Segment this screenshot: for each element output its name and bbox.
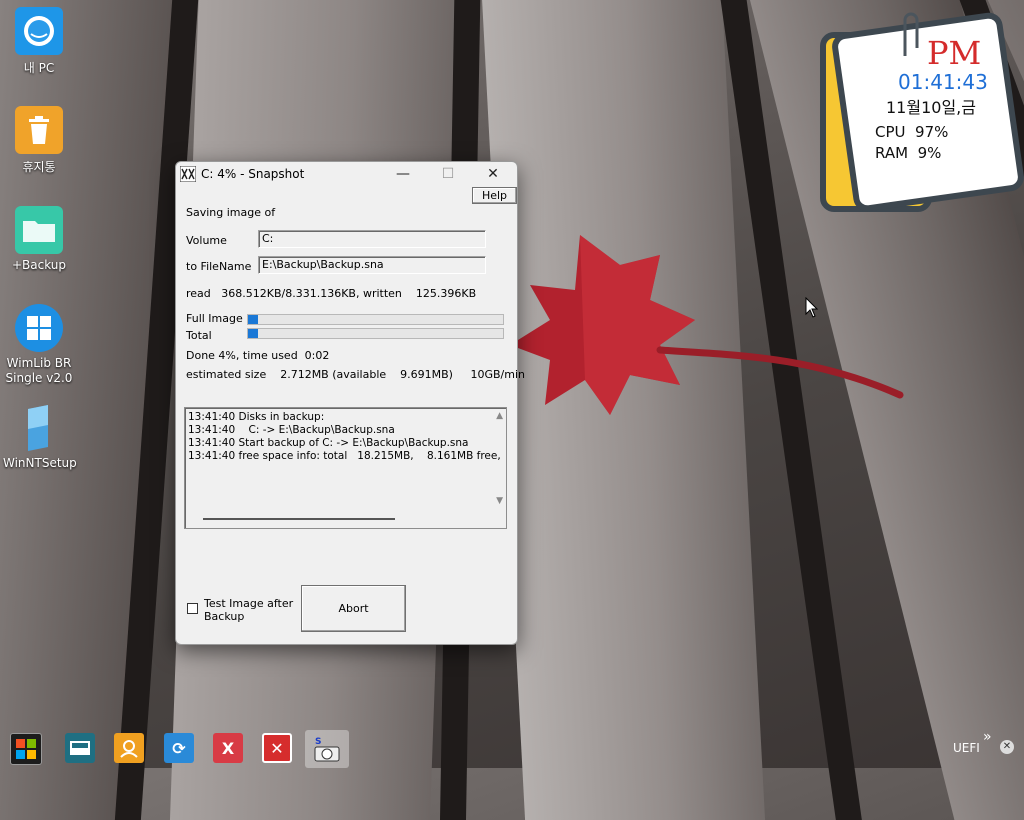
maximize-button[interactable]: ☐ (428, 164, 468, 184)
tray-overflow-icon[interactable]: » (983, 729, 992, 745)
console-icon (70, 741, 90, 755)
desktop-icon-label: 내 PC (23, 61, 55, 75)
volume-label: Volume (186, 234, 227, 247)
paperclip-icon (903, 12, 919, 56)
widget-ampm: PM (927, 34, 982, 72)
widget-cpu-label: CPU (875, 123, 906, 141)
total-progress-bar (247, 328, 504, 339)
scroll-up-arrow-icon[interactable]: ▲ (496, 411, 503, 421)
log-line: 13:41:40 Start backup of C: -> E:\Backup… (188, 437, 469, 449)
abort-button[interactable]: Abort (301, 585, 406, 632)
refresh-icon: ⟳ (172, 738, 186, 758)
window-title: C: 4% - Snapshot (201, 167, 305, 181)
desktop-icon-label: +Backup (11, 258, 67, 272)
filename-field: E:\Backup\Backup.sna (258, 256, 486, 274)
desktop-icon-label: WimLib BR Single v2.0 (5, 356, 73, 385)
widget-ram-value: 9% (917, 144, 942, 162)
full-image-label: Full Image (186, 312, 243, 325)
leaf-image (510, 235, 904, 415)
windows-logo-icon (15, 304, 63, 352)
volume-field: C: (258, 230, 486, 248)
taskbar-console-button[interactable] (65, 733, 95, 763)
total-label: Total (186, 329, 212, 342)
taskbar-snapshot-button[interactable]: S (305, 730, 349, 768)
start-icon (16, 739, 36, 759)
taskbar-close-app-button[interactable]: ✕ (262, 733, 292, 763)
widget-ram: RAM 9% (875, 144, 941, 162)
taskbar-user-button[interactable] (114, 733, 144, 763)
read-written-status: read 368.512KB/8.331.136KB, written 125.… (186, 287, 477, 300)
test-image-label[interactable]: Test Image after Backup (204, 597, 294, 623)
mouse-cursor-icon (805, 297, 819, 318)
taskbar-refresh-button[interactable]: ⟳ (164, 733, 194, 763)
done-status: Done 4%, time used 0:02 (186, 349, 330, 362)
snapshot-window: C: 4% - Snapshot — ☐ ✕ Help Saving image… (175, 161, 525, 645)
log-line: 13:41:40 Disks in backup: (188, 411, 325, 423)
widget-date: 11월10일,금 (886, 98, 976, 117)
log-line: 13:41:40 C: -> E:\Backup\Backup.sna (188, 424, 395, 436)
widget-time: 01:41:43 (898, 70, 988, 94)
filename-label: to FileName (186, 260, 252, 273)
saving-label: Saving image of (186, 206, 276, 219)
taskbar-x-app-button[interactable]: X (213, 733, 243, 763)
start-button[interactable] (10, 733, 42, 765)
help-button[interactable]: Help (472, 187, 517, 204)
close-app-icon: ✕ (270, 738, 284, 758)
total-progress-fill (248, 329, 259, 338)
desktop-icon-label: WinNTSetup (3, 456, 77, 470)
horizontal-scrollbar-thumb[interactable] (203, 518, 395, 520)
snapshot-app-icon (180, 166, 196, 182)
log-lines: 13:41:40 Disks in backup: 13:41:40 C: ->… (185, 408, 506, 463)
full-image-progress-bar (247, 314, 504, 325)
desktop-icon-label: 휴지통 (22, 160, 56, 174)
x-app-icon: X (221, 738, 235, 758)
desktop-icon-backup[interactable]: +Backup (3, 206, 75, 272)
my-pc-icon (15, 7, 63, 55)
clock-widget: PM 01:41:43 11월10일,금 CPU 97% RAM 9% (820, 10, 1024, 214)
estimated-size-status: estimated size 2.712MB (available 9.691M… (186, 368, 525, 381)
snapshot-icon: S (314, 737, 340, 762)
desktop-icon-recycle-bin[interactable]: 휴지통 (3, 106, 75, 175)
full-image-progress-fill (248, 315, 259, 324)
folder-icon (15, 206, 63, 254)
tray-label: UEFI (953, 741, 980, 755)
log-list[interactable]: 13:41:40 Disks in backup: 13:41:40 C: ->… (184, 407, 507, 529)
minimize-button[interactable]: — (383, 164, 423, 184)
test-image-checkbox[interactable] (187, 603, 198, 614)
title-bar[interactable]: C: 4% - Snapshot — ☐ ✕ (176, 162, 517, 186)
desktop-icon-wimlib[interactable]: WimLib BR Single v2.0 (3, 304, 75, 386)
user-icon (120, 740, 138, 758)
log-line: 13:41:40 free space info: total 18.215MB… (188, 450, 501, 462)
widget-cpu-value: 97% (915, 123, 949, 141)
taskbar: ⟳ X ✕ S UEFI » ✕ (0, 727, 1024, 768)
scroll-down-arrow-icon[interactable]: ▼ (496, 496, 503, 506)
svg-text:S: S (315, 737, 321, 747)
desktop-icon-winntsetup[interactable]: WinNTSetup (3, 404, 77, 470)
winntsetup-icon (15, 404, 63, 452)
recycle-bin-icon (15, 106, 63, 154)
widget-cpu: CPU 97% (875, 123, 948, 141)
desktop-icon-my-pc[interactable]: 내 PC (3, 7, 75, 76)
tray-close-icon[interactable]: ✕ (1000, 740, 1014, 754)
close-button[interactable]: ✕ (473, 164, 513, 184)
widget-ram-label: RAM (875, 144, 909, 162)
